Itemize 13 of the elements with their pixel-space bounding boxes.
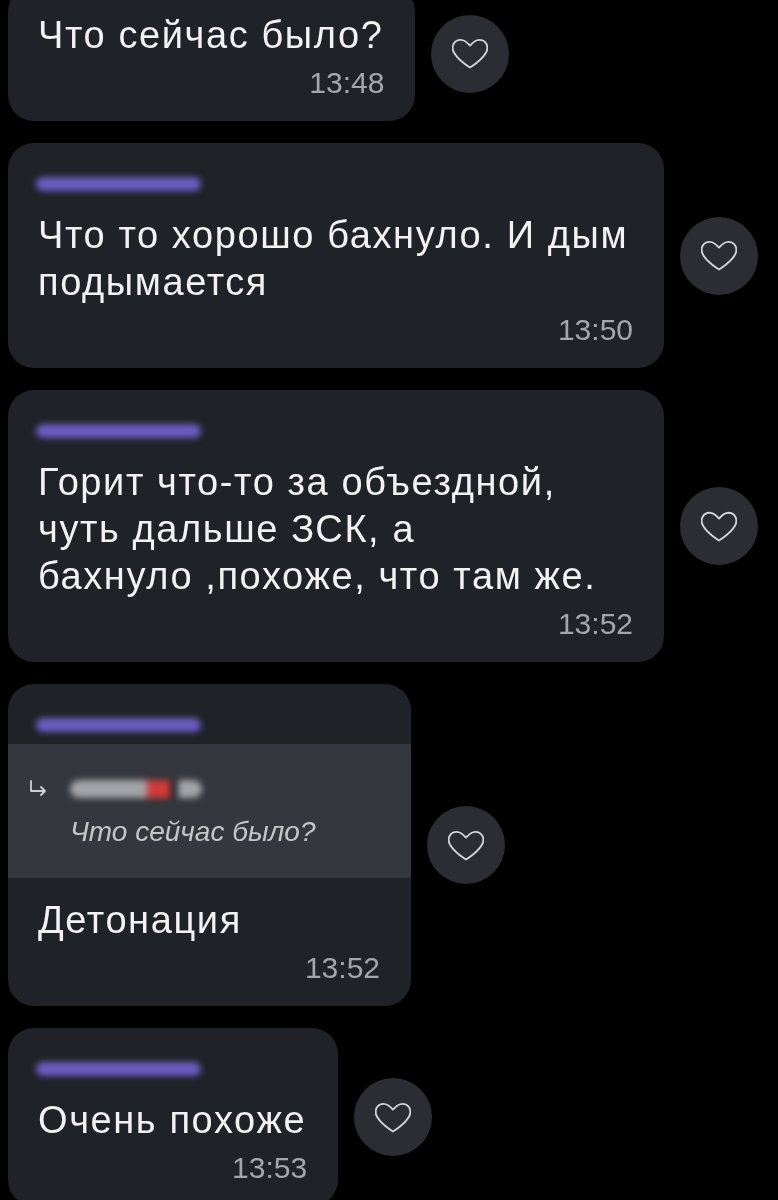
message-time: 13:50 xyxy=(557,313,633,347)
message-time: 13:52 xyxy=(304,951,380,985)
reply-arrow-icon xyxy=(28,780,48,798)
message-time: 13:53 xyxy=(232,1151,308,1185)
message-text: Что то хорошо бахнуло. И дым подымается xyxy=(37,213,630,305)
quoted-text: Что сейчас было? xyxy=(70,815,317,849)
message-time: 13:52 xyxy=(557,607,633,641)
message-text: Очень похоже xyxy=(37,1098,308,1143)
message-text: Что сейчас было? xyxy=(37,13,385,58)
message-text: Горит что-то за объездной, чуть дальше ЗСК, а бахнуло ,похоже, что там же. xyxy=(37,460,598,599)
message-time: 13:48 xyxy=(309,66,385,100)
message-text: Детонация xyxy=(37,898,243,943)
quoted-message[interactable]: Что сейчас было? xyxy=(8,744,411,878)
